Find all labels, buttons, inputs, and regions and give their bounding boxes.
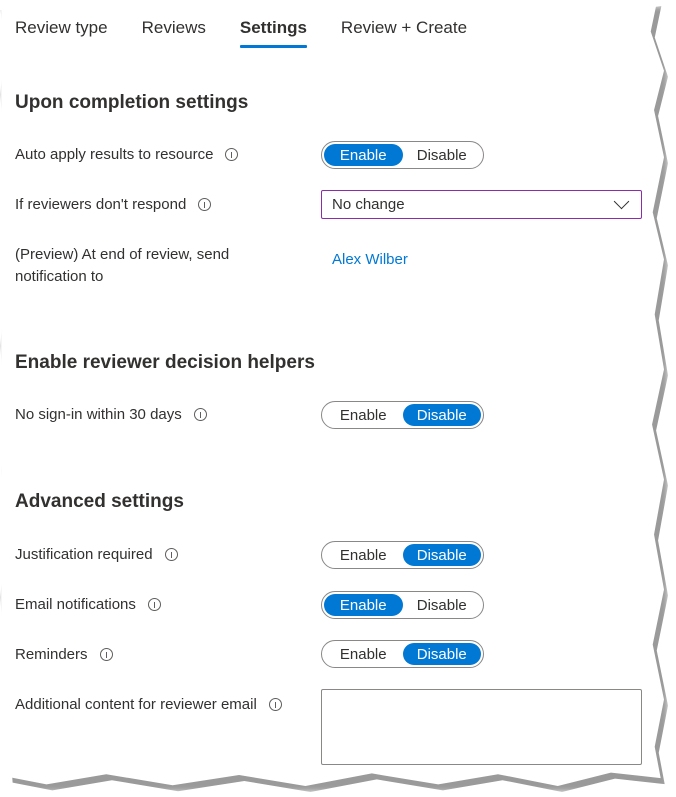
email-notifications-toggle: Enable Disable xyxy=(321,591,484,619)
auto-apply-enable-option[interactable]: Enable xyxy=(324,144,403,166)
no-signin-label-text: No sign-in within 30 days xyxy=(15,406,182,423)
tab-reviews[interactable]: Reviews xyxy=(142,16,206,46)
info-icon[interactable] xyxy=(225,148,239,161)
reminders-enable-option[interactable]: Enable xyxy=(324,643,403,665)
tab-review-create[interactable]: Review + Create xyxy=(341,16,467,46)
justification-toggle: Enable Disable xyxy=(321,541,484,569)
email-notifications-label-text: Email notifications xyxy=(15,596,136,613)
auto-apply-label-text: Auto apply results to resource xyxy=(15,146,214,163)
no-signin-label: No sign-in within 30 days xyxy=(15,406,207,423)
auto-apply-label: Auto apply results to resource xyxy=(15,146,239,163)
email-notifications-label: Email notifications xyxy=(15,596,161,613)
notify-label: (Preview) At end of review, send notific… xyxy=(15,246,230,285)
tab-settings[interactable]: Settings xyxy=(239,16,307,48)
dropdown-selected-value: No change xyxy=(332,196,405,213)
section-title-completion: Upon completion settings xyxy=(15,92,249,113)
additional-content-label: Additional content for reviewer email xyxy=(15,696,282,713)
justification-enable-option[interactable]: Enable xyxy=(324,544,403,566)
settings-panel: Review type Reviews Settings Review + Cr… xyxy=(0,0,664,786)
justification-disable-option[interactable]: Disable xyxy=(402,544,481,566)
reminders-disable-option[interactable]: Disable xyxy=(402,643,481,665)
info-icon[interactable] xyxy=(268,698,282,711)
email-disable-option[interactable]: Disable xyxy=(403,594,482,616)
no-response-dropdown[interactable]: No change xyxy=(321,190,642,219)
additional-content-label-text: Additional content for reviewer email xyxy=(15,696,257,713)
info-icon[interactable] xyxy=(99,648,113,661)
reminders-toggle: Enable Disable xyxy=(321,640,484,668)
reminders-label: Reminders xyxy=(15,646,113,663)
no-response-label-text: If reviewers don't respond xyxy=(15,196,187,213)
chevron-down-icon xyxy=(613,193,630,210)
paper-edge xyxy=(0,10,2,780)
tab-review-type[interactable]: Review type xyxy=(15,16,108,46)
auto-apply-toggle: Enable Disable xyxy=(321,141,484,169)
info-icon[interactable] xyxy=(147,598,161,611)
no-signin-toggle: Enable Disable xyxy=(321,401,484,429)
section-title-advanced: Advanced settings xyxy=(15,491,184,512)
torn-paper-frame: Review type Reviews Settings Review + Cr… xyxy=(0,0,676,797)
notify-recipient-link[interactable]: Alex Wilber xyxy=(332,251,408,268)
justification-label-text: Justification required xyxy=(15,546,153,563)
no-response-label: If reviewers don't respond xyxy=(15,196,212,213)
no-signin-enable-option[interactable]: Enable xyxy=(324,404,403,426)
info-icon[interactable] xyxy=(193,408,207,421)
reminders-label-text: Reminders xyxy=(15,646,88,663)
wizard-tabs: Review type Reviews Settings Review + Cr… xyxy=(15,16,501,48)
section-title-helpers: Enable reviewer decision helpers xyxy=(15,352,315,373)
no-signin-disable-option[interactable]: Disable xyxy=(402,404,481,426)
info-icon[interactable] xyxy=(198,198,212,211)
auto-apply-disable-option[interactable]: Disable xyxy=(403,144,482,166)
additional-content-textarea[interactable] xyxy=(321,689,642,765)
info-icon[interactable] xyxy=(164,548,178,561)
justification-label: Justification required xyxy=(15,546,178,563)
email-enable-option[interactable]: Enable xyxy=(324,594,403,616)
